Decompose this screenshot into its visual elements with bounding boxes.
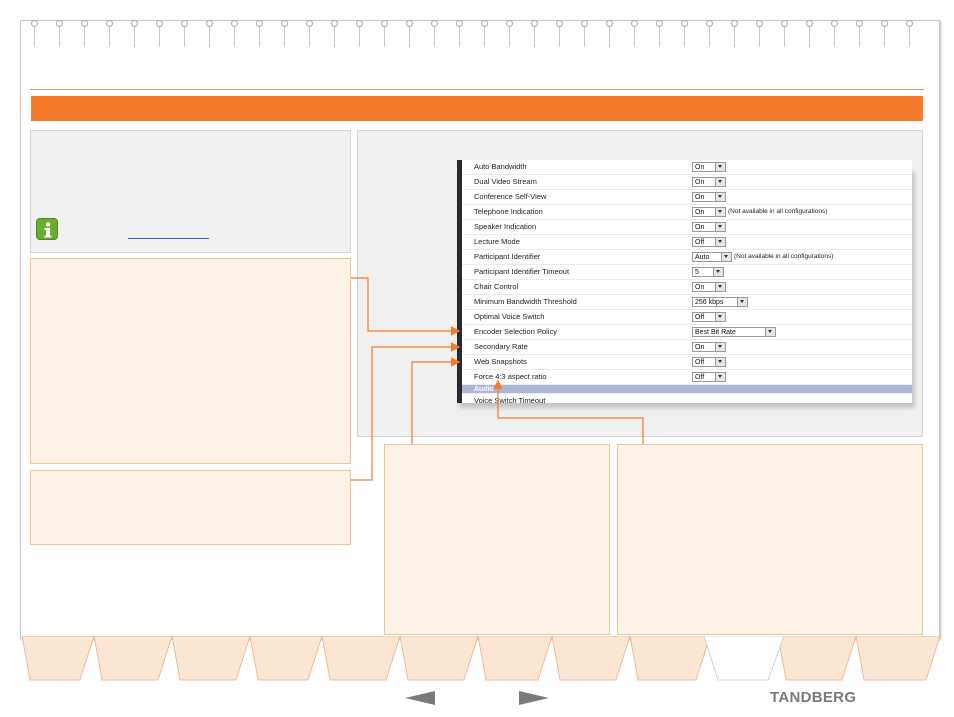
left-arrow-icon[interactable]: [405, 691, 435, 705]
bottom-tab[interactable]: [321, 636, 401, 681]
bottom-tab[interactable]: [399, 636, 479, 681]
connector-encoder-policy: [351, 277, 461, 336]
bottom-tab[interactable]: [171, 636, 251, 681]
bottom-tab[interactable]: [551, 636, 631, 681]
bottom-tab[interactable]: [249, 636, 323, 681]
connector-force-aspect: [493, 379, 644, 444]
bottom-tab[interactable]: [629, 636, 711, 681]
bottom-tab[interactable]: [855, 636, 940, 681]
connector-secondary-rate: [351, 342, 461, 481]
brand-logo: TANDBERG: [770, 689, 857, 706]
connector-lines: [351, 277, 644, 481]
bottom-tab[interactable]: [477, 636, 553, 681]
bottom-tab-active[interactable]: [703, 636, 785, 681]
bottom-tab[interactable]: [93, 636, 173, 681]
right-arrow-icon[interactable]: [519, 691, 549, 705]
document-page: Auto Bandwidth On Dual Video Stream On Confe…: [0, 0, 954, 717]
connector-web-snapshots: [411, 357, 461, 444]
bottom-tab[interactable]: [777, 636, 857, 681]
bottom-tab-strip: [22, 636, 940, 681]
bottom-tab[interactable]: [22, 636, 95, 681]
